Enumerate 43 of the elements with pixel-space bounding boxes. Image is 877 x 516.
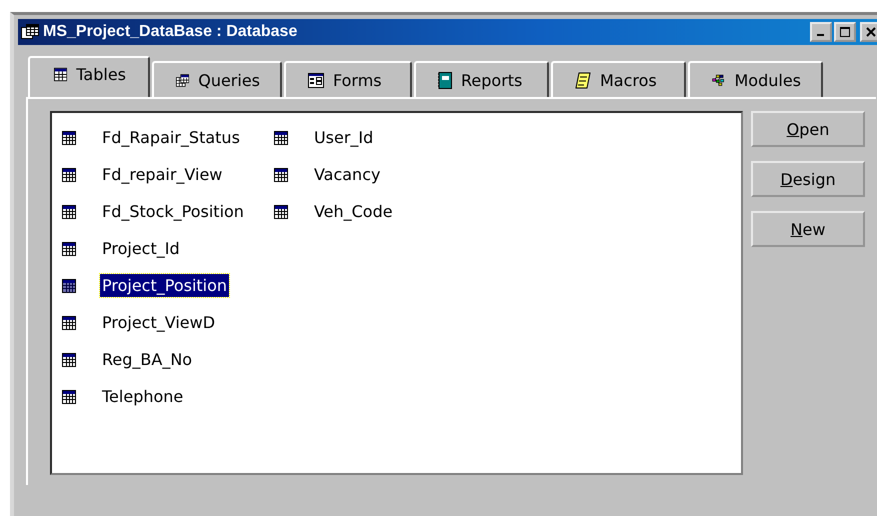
table-icon	[62, 390, 76, 404]
tab[interactable]: Tables	[28, 56, 150, 97]
maximize-icon	[840, 27, 850, 37]
command-button[interactable]: New	[751, 211, 865, 247]
table-icon	[274, 168, 288, 182]
database-icon	[21, 24, 39, 40]
table-name[interactable]: Reg_BA_No	[100, 348, 194, 371]
command-button[interactable]: Open	[751, 111, 865, 147]
table-icon	[62, 130, 76, 144]
table-icon	[62, 204, 76, 218]
notebook-icon	[438, 72, 452, 88]
tab[interactable]: Forms	[284, 61, 412, 97]
table-icon	[54, 67, 68, 82]
table-name[interactable]: Fd_Rapair_Status	[100, 126, 242, 149]
table-icon	[62, 242, 76, 256]
table-name[interactable]: Project_Position	[100, 274, 230, 297]
maximize-button[interactable]	[834, 22, 856, 42]
table-icon	[62, 278, 76, 292]
tab[interactable]: Queries	[152, 61, 282, 97]
tab[interactable]: Reports	[414, 61, 549, 97]
minimize-button[interactable]	[810, 22, 832, 42]
table-name[interactable]: Project_Id	[100, 237, 182, 260]
table-name[interactable]: User_Id	[312, 126, 376, 149]
window-title: MS_Project_DataBase : Database	[43, 23, 298, 41]
scroll-icon	[575, 72, 591, 88]
tab[interactable]: Modules	[688, 61, 823, 97]
table-name[interactable]: Telephone	[100, 385, 186, 408]
table-name[interactable]: Project_ViewD	[100, 311, 218, 334]
table-name[interactable]: Veh_Code	[312, 200, 395, 223]
tab[interactable]: Macros	[551, 61, 686, 97]
table-icon	[274, 130, 288, 144]
close-button[interactable]	[860, 22, 877, 42]
table-icon	[62, 168, 76, 182]
table-icon	[62, 352, 76, 366]
form-icon	[308, 72, 324, 88]
table-name[interactable]: Fd_repair_View	[100, 163, 224, 186]
command-button[interactable]: Design	[751, 161, 865, 197]
table-icon	[274, 204, 288, 218]
query-icon	[176, 72, 190, 88]
table-name[interactable]: Vacancy	[312, 163, 382, 186]
close-icon	[866, 27, 876, 37]
table-name[interactable]: Fd_Stock_Position	[100, 200, 246, 223]
table-icon	[62, 316, 76, 330]
